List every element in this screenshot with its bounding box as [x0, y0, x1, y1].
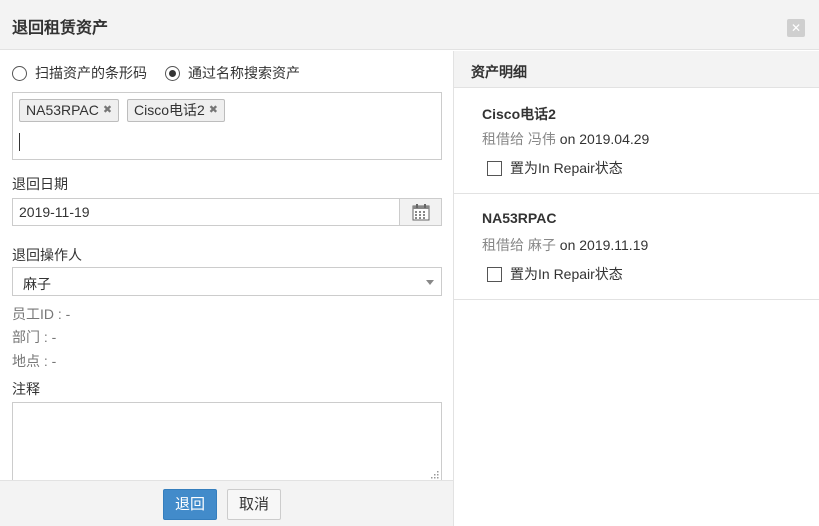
radio-circle[interactable] [165, 65, 180, 81]
return-button[interactable]: 退回 [163, 489, 217, 520]
repair-label: 置为In Repair状态 [510, 160, 623, 176]
radio-search-by-name[interactable]: 通过名称搜索资产 [165, 63, 300, 83]
close-icon[interactable]: ✕ [787, 19, 805, 37]
leased-on: on 2019.04.29 [559, 131, 650, 147]
remove-tag-icon[interactable]: ✖ [103, 100, 112, 121]
leased-to: 租借给 麻子 [482, 237, 556, 253]
leased-to: 租借给 冯伟 [482, 131, 556, 147]
asset-tag-input[interactable]: NA53RPAC ✖ Cisco电话2 ✖ [12, 92, 442, 160]
dialog-footer: 退回 取消 [0, 480, 453, 526]
checkbox-box[interactable] [487, 160, 502, 176]
search-mode-radio-group: 扫描资产的条形码 通过名称搜索资产 [12, 63, 318, 83]
department-text: 部门 : - [12, 329, 57, 345]
asset-tag: NA53RPAC ✖ [19, 99, 120, 122]
dialog-title: 退回租赁资产 [12, 20, 109, 37]
asset-details-title: 资产明细 [471, 64, 527, 80]
asset-name: Cisco电话2 [482, 106, 556, 122]
leased-on: on 2019.11.19 [559, 237, 649, 253]
return-date-field[interactable]: 2019-11-19 [12, 198, 442, 226]
checkbox-box[interactable] [487, 266, 502, 282]
radio-scan-barcode[interactable]: 扫描资产的条形码 [12, 63, 147, 83]
asset-details-header: 资产明细 [454, 51, 819, 88]
dialog-header: 退回租赁资产 ✕ [0, 0, 819, 50]
operator-value: 麻子 [23, 276, 51, 292]
location-text: 地点 : - [12, 353, 57, 369]
cancel-button[interactable]: 取消 [227, 489, 281, 520]
asset-detail-item: Cisco电话2 租借给 冯伟 on 2019.04.29 置为In Repai… [454, 88, 819, 194]
repair-checkbox[interactable]: 置为In Repair状态 [487, 264, 623, 284]
resize-grip-icon[interactable] [429, 469, 439, 479]
return-date-value: 2019-11-19 [19, 204, 90, 220]
asset-details-panel: 资产明细 Cisco电话2 租借给 冯伟 on 2019.04.29 置为In … [454, 51, 819, 526]
return-date-label: 退回日期 [12, 176, 68, 192]
asset-name: NA53RPAC [482, 210, 557, 226]
asset-detail-item: NA53RPAC 租借给 麻子 on 2019.11.19 置为In Repai… [454, 194, 819, 300]
calendar-icon[interactable] [399, 199, 441, 225]
asset-tag: Cisco电话2 ✖ [127, 99, 226, 122]
employee-id-text: 员工ID : - [12, 306, 71, 322]
return-leased-asset-dialog: 退回租赁资产 ✕ 扫描资产的条形码 通过名称搜索资产 NA53RPAC ✖ Ci… [0, 0, 819, 526]
radio-label: 扫描资产的条形码 [35, 65, 147, 81]
asset-tag-label: Cisco电话2 [134, 102, 205, 118]
lease-info: 租借给 麻子 on 2019.11.19 [482, 235, 648, 255]
operator-select[interactable]: 麻子 [12, 267, 442, 296]
lease-info: 租借给 冯伟 on 2019.04.29 [482, 129, 649, 149]
repair-label: 置为In Repair状态 [510, 266, 623, 282]
repair-checkbox[interactable]: 置为In Repair状态 [487, 158, 623, 178]
radio-circle[interactable] [12, 65, 27, 81]
remove-tag-icon[interactable]: ✖ [209, 100, 218, 121]
notes-label: 注释 [12, 381, 40, 397]
chevron-down-icon[interactable] [426, 280, 434, 285]
left-panel: 扫描资产的条形码 通过名称搜索资产 NA53RPAC ✖ Cisco电话2 ✖ … [0, 51, 453, 526]
text-caret [19, 133, 20, 151]
radio-label: 通过名称搜索资产 [188, 65, 300, 81]
operator-label: 退回操作人 [12, 247, 82, 263]
notes-textarea[interactable] [12, 402, 442, 482]
asset-tag-label: NA53RPAC [26, 102, 99, 118]
